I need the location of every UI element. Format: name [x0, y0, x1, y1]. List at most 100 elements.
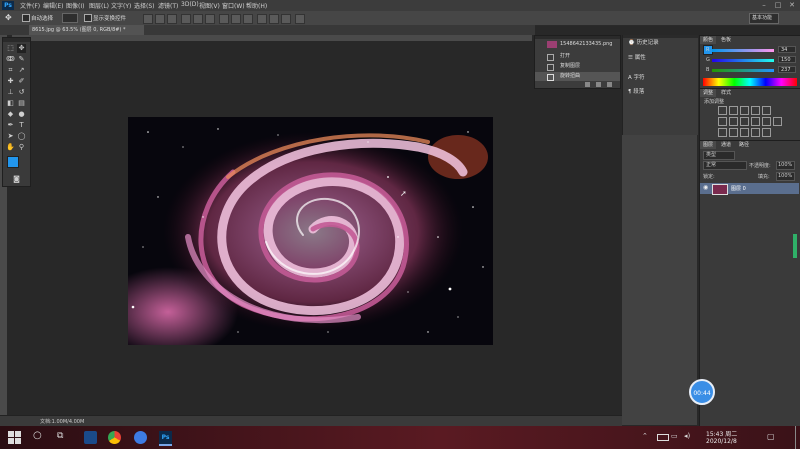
threshold-icon[interactable] — [740, 128, 749, 137]
hue-saturation-icon[interactable] — [718, 117, 727, 126]
align-top-icon[interactable] — [143, 14, 153, 24]
transform-checkbox[interactable] — [84, 14, 92, 22]
menu-edit[interactable]: 编辑(E) — [43, 1, 63, 10]
document-tab[interactable]: 8615.jpg @ 63.5% (图层 0, RGB/8#) * — [29, 25, 144, 35]
crop-tool-icon[interactable]: ⌗ — [6, 66, 15, 75]
task-view-icon[interactable]: ⧉ — [57, 431, 63, 441]
align-hcenter-icon[interactable] — [193, 14, 203, 24]
menu-help[interactable]: 帮助(H) — [246, 1, 267, 10]
menu-type[interactable]: 文字(Y) — [111, 1, 131, 10]
distribute-top-icon[interactable] — [219, 14, 229, 24]
exposure-icon[interactable] — [751, 106, 760, 115]
menu-layer[interactable]: 图层(L) — [89, 1, 109, 10]
auto-select-dropdown[interactable] — [62, 13, 78, 23]
app-logo[interactable]: Ps — [2, 1, 14, 10]
history-panel-header[interactable] — [535, 36, 620, 39]
auto-select-checkbox[interactable] — [22, 14, 30, 22]
layers-scrollbar[interactable] — [793, 234, 797, 258]
green-slider[interactable] — [712, 59, 774, 62]
opacity-input[interactable]: 100% — [776, 161, 795, 170]
hand-tool-icon[interactable]: ✋ — [6, 143, 15, 152]
align-right-icon[interactable] — [205, 14, 215, 24]
black-white-icon[interactable] — [740, 117, 749, 126]
notifications-icon[interactable]: ▢ — [767, 432, 775, 441]
invert-icon[interactable] — [718, 128, 727, 137]
properties-panel-button[interactable]: ☰ 属性 — [628, 53, 646, 61]
photoshop-taskbar-icon[interactable]: Ps — [159, 431, 172, 446]
app-icon[interactable] — [84, 431, 97, 444]
tab-channels[interactable]: 通道 — [718, 141, 734, 149]
layer-name[interactable]: 图层 0 — [731, 185, 746, 192]
show-desktop-button[interactable] — [795, 426, 800, 449]
menu-window[interactable]: 窗口(W) — [222, 1, 245, 10]
gradient-tool-icon[interactable]: ▤ — [17, 99, 26, 108]
zoom-tool-icon[interactable]: ⚲ — [17, 143, 26, 152]
stamp-tool-icon[interactable]: ⊥ — [6, 88, 15, 97]
dodge-tool-icon[interactable]: ● — [17, 110, 26, 119]
path-select-tool-icon[interactable]: ➤ — [6, 132, 15, 141]
color-lookup-icon[interactable] — [773, 117, 782, 126]
browser-icon[interactable] — [134, 431, 147, 444]
volume-icon[interactable]: ◂) — [684, 432, 690, 440]
type-tool-icon[interactable]: T — [17, 121, 26, 130]
pen-tool-icon[interactable]: ✒ — [6, 121, 15, 130]
clock-date[interactable]: 2020/12/8 — [706, 438, 737, 445]
tools-panel-header[interactable] — [3, 38, 30, 42]
tab-adjustments[interactable]: 调整 — [700, 89, 717, 97]
color-spectrum-bar[interactable] — [703, 78, 797, 86]
blue-value[interactable]: 237 — [778, 66, 796, 73]
vibrance-icon[interactable] — [762, 106, 771, 115]
visibility-eye-icon[interactable]: ◉ — [703, 184, 708, 191]
photo-filter-icon[interactable] — [751, 117, 760, 126]
menu-3d[interactable]: 3D(D) — [181, 1, 199, 8]
selective-color-icon[interactable] — [762, 128, 771, 137]
workspace-preset-select[interactable]: 基本功能 — [749, 13, 779, 24]
levels-icon[interactable] — [729, 106, 738, 115]
align-left-icon[interactable] — [181, 14, 191, 24]
distribute-vcenter-icon[interactable] — [231, 14, 241, 24]
marquee-tool-icon[interactable]: ⬚ — [6, 44, 15, 53]
new-document-icon[interactable] — [585, 82, 590, 87]
blend-mode-select[interactable]: 正常 — [703, 161, 747, 170]
windows-start-icon[interactable] — [8, 431, 21, 444]
fill-input[interactable]: 100% — [776, 172, 795, 181]
clock-time[interactable]: 15:43 周二 — [706, 429, 737, 438]
close-button[interactable]: ✕ — [786, 0, 798, 10]
menu-file[interactable]: 文件(F) — [20, 1, 40, 10]
history-brush-tool-icon[interactable]: ↺ — [17, 88, 26, 97]
blur-tool-icon[interactable]: ◆ — [6, 110, 15, 119]
posterize-icon[interactable] — [729, 128, 738, 137]
align-bottom-icon[interactable] — [167, 14, 177, 24]
menu-image[interactable]: 图像(I) — [66, 1, 84, 10]
healing-tool-icon[interactable]: ✚ — [6, 77, 15, 86]
red-slider[interactable] — [712, 49, 774, 52]
quick-mask-icon[interactable]: ◙ — [12, 175, 21, 184]
tab-layers[interactable]: 图层 — [700, 141, 717, 149]
green-value[interactable]: 150 — [778, 56, 796, 63]
shape-tool-icon[interactable]: ◯ — [17, 132, 26, 141]
move-tool-icon[interactable]: ✥ — [17, 44, 26, 53]
layer-row[interactable]: ◉ 图层 0 — [700, 183, 799, 195]
history-item-selected[interactable]: 旋转扭曲 — [535, 72, 620, 81]
paragraph-panel-button[interactable]: ¶ 段落 — [628, 87, 644, 95]
auto-align-icon[interactable] — [295, 14, 305, 24]
distribute-right-icon[interactable] — [281, 14, 291, 24]
foreground-color-swatch[interactable] — [7, 156, 19, 168]
eyedropper-tool-icon[interactable]: ↗ — [17, 66, 26, 75]
character-panel-button[interactable]: A 字符 — [628, 73, 645, 81]
curves-icon[interactable] — [740, 106, 749, 115]
red-value[interactable]: 34 — [778, 46, 796, 53]
layer-kind-filter[interactable]: 类型 — [703, 151, 735, 160]
color-balance-icon[interactable] — [729, 117, 738, 126]
brightness-contrast-icon[interactable] — [718, 106, 727, 115]
menu-select[interactable]: 选择(S) — [134, 1, 155, 10]
distribute-bottom-icon[interactable] — [243, 14, 253, 24]
history-panel-button[interactable]: ⌚ 历史记录 — [628, 38, 659, 46]
history-item[interactable]: 打开 — [535, 52, 620, 61]
network-icon[interactable]: ▭ — [671, 432, 678, 440]
tab-swatches[interactable]: 色板 — [718, 36, 734, 44]
tab-color[interactable]: 颜色 — [700, 36, 717, 44]
distribute-left-icon[interactable] — [257, 14, 267, 24]
distribute-hcenter-icon[interactable] — [269, 14, 279, 24]
search-icon[interactable]: ○ — [33, 430, 42, 441]
